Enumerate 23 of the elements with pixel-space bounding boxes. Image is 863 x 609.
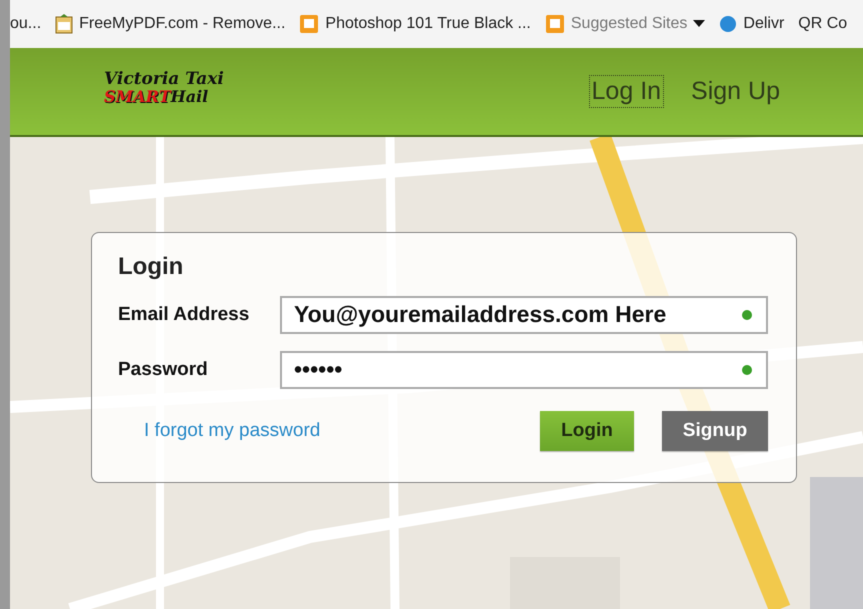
circle-icon [719, 15, 738, 33]
signup-button[interactable]: Signup [662, 411, 768, 451]
input-field[interactable]: •••••• [280, 350, 768, 388]
input-field[interactable]: You@youremailaddress.com Here [280, 296, 768, 334]
logo-text: Hail [170, 88, 208, 106]
field-label: Password [118, 358, 209, 380]
square-icon [544, 14, 565, 34]
bookmark-link[interactable]: FreeMyPDF.com - Remove... [79, 15, 286, 33]
bookmark-link[interactable]: Delivr [743, 15, 784, 33]
bookmark-link[interactable]: QR Co [798, 15, 848, 33]
field-label: Email Address [118, 304, 250, 326]
document-icon [55, 14, 74, 34]
nav-link[interactable]: Sign Up [688, 75, 783, 108]
bookmark-link[interactable]: ou... [10, 15, 42, 33]
forgot-password-link[interactable]: I forgot my password [144, 420, 512, 442]
square-icon [299, 14, 320, 34]
login-title: Login [118, 253, 184, 281]
nav-link[interactable]: Log In [588, 75, 664, 108]
bookmark-link[interactable]: Photoshop 101 True Black ... [325, 15, 531, 33]
bookmark-link[interactable]: Suggested Sites [570, 15, 688, 33]
logo-text: Victoria Taxi [104, 70, 224, 88]
login-button[interactable]: Login [540, 411, 634, 451]
logo-text: SMART [104, 88, 171, 106]
